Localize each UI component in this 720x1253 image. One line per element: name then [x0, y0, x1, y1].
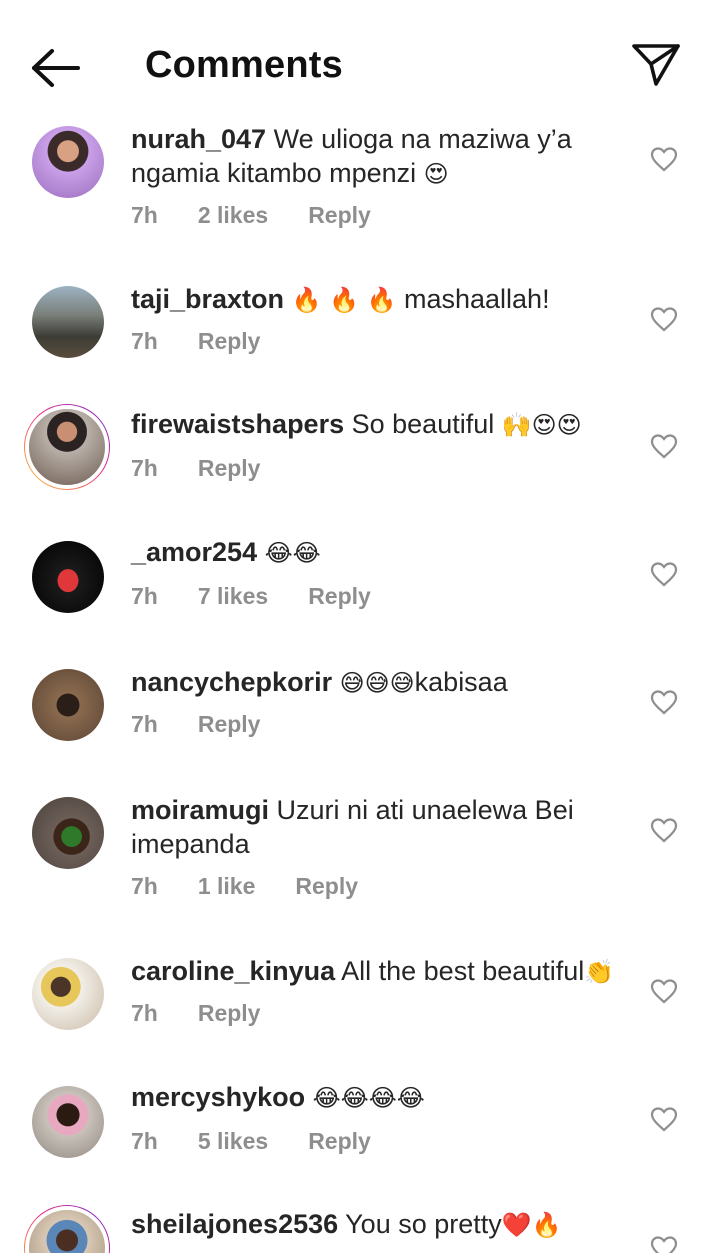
comment-item: caroline_kinyua All the best beautiful👏 … — [0, 952, 720, 1052]
comment-username[interactable]: sheilajones2536 — [131, 1209, 338, 1239]
comment-text: _amor254 😂😂 — [131, 535, 631, 570]
heart-icon[interactable] — [650, 306, 678, 332]
comment-time: 7h — [131, 455, 158, 481]
comment-text: caroline_kinyua All the best beautiful👏 — [131, 956, 615, 986]
heart-icon[interactable] — [650, 146, 678, 172]
heart-icon[interactable] — [650, 1106, 678, 1132]
clapping-hands-emoji: 👏 — [584, 958, 615, 986]
likes-count[interactable]: 2 likes — [198, 202, 268, 229]
reply-button[interactable]: Reply — [198, 711, 261, 738]
avatar[interactable] — [30, 667, 106, 743]
comment-time: 7h — [131, 1128, 158, 1154]
comment-time: 7h — [131, 202, 158, 228]
comment-item: taji_braxton 🔥 🔥 🔥 mashaallah! 7h Reply — [0, 280, 720, 380]
share-button[interactable] — [630, 40, 682, 90]
likes-count[interactable]: 1 like — [198, 873, 256, 900]
reply-button[interactable]: Reply — [308, 1128, 371, 1155]
comment-meta: 7h Reply — [131, 711, 300, 738]
comment-item: _amor254 😂😂 7h 7 likes Reply — [0, 535, 720, 635]
comment-item: firewaistshapers So beautiful 🙌😍😍 7h Rep… — [0, 404, 720, 505]
likes-count[interactable]: 7 likes — [198, 583, 268, 610]
heart-fire-emoji: ❤️🔥 — [501, 1211, 562, 1239]
comments-header: Comments — [0, 0, 720, 120]
comment-text: mercyshykoo 😂😂😂😂 — [131, 1080, 631, 1115]
avatar[interactable] — [30, 795, 106, 871]
avatar[interactable] — [30, 539, 106, 615]
comment-username[interactable]: nurah_047 — [131, 124, 266, 154]
raised-hands-heart-eyes-emoji: 🙌😍😍 — [501, 411, 582, 439]
fire-emoji: 🔥 🔥 🔥 — [291, 286, 397, 314]
avatar[interactable] — [30, 1084, 106, 1160]
reply-button[interactable]: Reply — [198, 1000, 261, 1027]
heart-eyes-emoji: 😍 — [423, 160, 449, 188]
comment-meta: 7h 2 likes Reply — [131, 202, 411, 229]
reply-button[interactable]: Reply — [308, 583, 371, 610]
heart-icon[interactable] — [650, 978, 678, 1004]
comment-item: nurah_047 We ulioga na maziwa y’a ngamia… — [0, 120, 720, 260]
comment-text: firewaistshapers So beautiful 🙌😍😍 — [131, 409, 582, 439]
heart-icon[interactable] — [650, 689, 678, 715]
reply-button[interactable]: Reply — [198, 328, 261, 355]
heart-icon[interactable] — [650, 817, 678, 843]
paper-plane-icon — [632, 44, 680, 86]
reply-button[interactable]: Reply — [198, 455, 261, 482]
avatar[interactable] — [24, 1205, 110, 1253]
avatar[interactable] — [30, 124, 106, 200]
heart-icon[interactable] — [650, 561, 678, 587]
comment-text: taji_braxton 🔥 🔥 🔥 mashaallah! — [131, 284, 550, 314]
comment-item: sheilajones2536 You so pretty❤️🔥 — [0, 1205, 720, 1253]
comment-meta: 7h Reply — [131, 328, 300, 355]
laughing-emoji: 😂😂😂😂 — [312, 1084, 425, 1112]
avatar[interactable] — [30, 284, 106, 360]
comment-username[interactable]: taji_braxton — [131, 284, 284, 314]
comment-time: 7h — [131, 583, 158, 609]
comment-time: 7h — [131, 711, 158, 737]
comment-time: 7h — [131, 1000, 158, 1026]
comment-time: 7h — [131, 328, 158, 354]
reply-button[interactable]: Reply — [308, 202, 371, 229]
comment-meta: 7h 1 like Reply — [131, 873, 398, 900]
comment-item: mercyshykoo 😂😂😂😂 7h 5 likes Reply — [0, 1080, 720, 1180]
reply-button[interactable]: Reply — [295, 873, 358, 900]
comment-username[interactable]: mercyshykoo — [131, 1082, 305, 1112]
comment-meta: 7h 7 likes Reply — [131, 583, 411, 610]
comment-text: nancychepkorir 😅😅😅kabisaa — [131, 667, 508, 697]
laughing-emoji: 😂😂 — [264, 539, 321, 567]
comment-text: moiramugi Uzuri ni ati unaelewa Bei imep… — [131, 795, 574, 859]
comment-username[interactable]: caroline_kinyua — [131, 956, 335, 986]
comment-text: nurah_047 We ulioga na maziwa y’a ngamia… — [131, 124, 572, 188]
comment-text: sheilajones2536 You so pretty❤️🔥 — [131, 1209, 562, 1239]
likes-count[interactable]: 5 likes — [198, 1128, 268, 1155]
avatar[interactable] — [30, 956, 106, 1032]
page-title: Comments — [145, 44, 343, 86]
avatar[interactable] — [24, 404, 110, 490]
comment-item: moiramugi Uzuri ni ati unaelewa Bei imep… — [0, 791, 720, 921]
heart-icon[interactable] — [650, 1235, 678, 1253]
comment-username[interactable]: nancychepkorir — [131, 667, 332, 697]
comment-meta: 7h Reply — [131, 1000, 300, 1027]
sweat-smile-emoji: 😅😅😅 — [339, 669, 415, 697]
comment-meta: 7h 5 likes Reply — [131, 1128, 411, 1155]
back-arrow-icon — [32, 49, 80, 87]
comment-username[interactable]: firewaistshapers — [131, 409, 344, 439]
comment-item: nancychepkorir 😅😅😅kabisaa 7h Reply — [0, 663, 720, 763]
back-button[interactable] — [30, 46, 82, 90]
comment-time: 7h — [131, 873, 158, 899]
heart-icon[interactable] — [650, 433, 678, 459]
comment-username[interactable]: _amor254 — [131, 537, 257, 567]
comment-username[interactable]: moiramugi — [131, 795, 269, 825]
comment-meta: 7h Reply — [131, 455, 300, 482]
